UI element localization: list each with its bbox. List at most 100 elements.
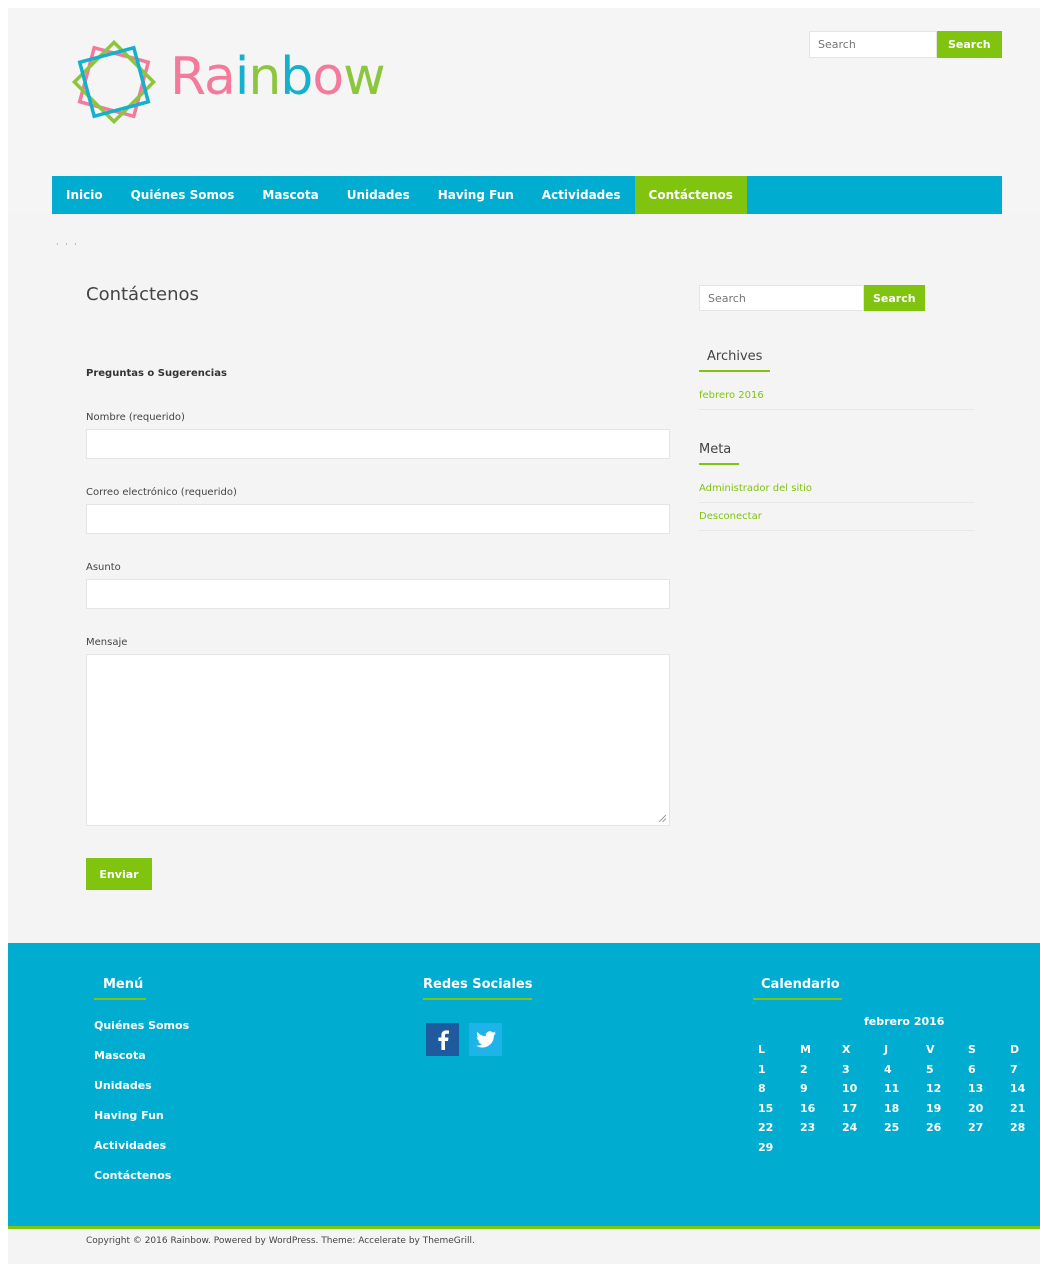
site-header: Rainbow Search Inicio Quiénes Somos Masc… — [8, 8, 1040, 214]
meta-link-logout[interactable]: Desconectar — [699, 503, 974, 531]
calendar-day[interactable]: 16 — [800, 1102, 815, 1115]
footer-menu-item-quienes-somos[interactable]: Quiénes Somos — [94, 1019, 189, 1049]
message-label: Mensaje — [86, 637, 128, 648]
calendar-day[interactable]: 10 — [842, 1082, 857, 1095]
footer-menu-item-having-fun[interactable]: Having Fun — [94, 1109, 189, 1139]
nav-item-contactenos[interactable]: Contáctenos — [634, 176, 747, 214]
calendar-weekday: L — [758, 1043, 766, 1056]
logo-letter: n — [248, 47, 281, 107]
nav-item-mascota[interactable]: Mascota — [248, 176, 332, 214]
footer-menu-item-mascota[interactable]: Mascota — [94, 1049, 189, 1079]
logo-letter: R — [170, 47, 205, 107]
calendar-day[interactable]: 8 — [758, 1082, 766, 1095]
footer-menu: Quiénes Somos Mascota Unidades Having Fu… — [94, 1019, 189, 1199]
breadcrumb: · · · — [56, 240, 79, 249]
copyright-text: Copyright © 2016 Rainbow. Powered by Wor… — [86, 1236, 475, 1246]
social-links — [426, 1023, 502, 1056]
calendar-day[interactable]: 28 — [1010, 1121, 1025, 1134]
calendar-day[interactable]: 17 — [842, 1102, 857, 1115]
calendar-weekday: X — [842, 1043, 851, 1056]
nav-item-having-fun[interactable]: Having Fun — [424, 176, 528, 214]
calendar-weekday: V — [926, 1043, 935, 1056]
calendar-day[interactable]: 6 — [968, 1063, 976, 1076]
calendar-day[interactable]: 19 — [926, 1102, 941, 1115]
calendar-day[interactable]: 7 — [1010, 1063, 1018, 1076]
calendar-caption: febrero 2016 — [864, 1015, 945, 1028]
name-label: Nombre (requerido) — [86, 412, 185, 423]
subject-field[interactable] — [86, 579, 670, 609]
subject-label: Asunto — [86, 562, 121, 573]
meta-widget: Meta Administrador del sitio Desconectar — [699, 438, 974, 531]
page: Rainbow Search Inicio Quiénes Somos Masc… — [8, 8, 1040, 1264]
calendar-weekday: J — [884, 1043, 889, 1056]
calendar-day[interactable]: 12 — [926, 1082, 941, 1095]
logo-letter: o — [312, 47, 344, 107]
calendar-day[interactable]: 27 — [968, 1121, 983, 1134]
email-label: Correo electrónico (requerido) — [86, 487, 237, 498]
resize-handle-icon[interactable] — [658, 814, 666, 822]
nav-item-unidades[interactable]: Unidades — [333, 176, 424, 214]
social-title: Redes Sociales — [423, 977, 533, 1000]
nav-item-actividades[interactable]: Actividades — [528, 176, 635, 214]
nav-item-inicio[interactable]: Inicio — [52, 176, 117, 214]
sidebar: Search Archives febrero 2016 Meta Admini… — [699, 285, 974, 531]
nav-item-quienes-somos[interactable]: Quiénes Somos — [117, 176, 249, 214]
calendar-day[interactable]: 21 — [1010, 1102, 1025, 1115]
calendar-weekday: M — [800, 1043, 811, 1056]
meta-title: Meta — [699, 442, 740, 465]
calendar-day[interactable]: 29 — [758, 1141, 773, 1154]
logo-mark-icon — [71, 39, 157, 125]
main-content: Contáctenos Preguntas o Sugerencias Nomb… — [86, 284, 676, 890]
logo-letter: b — [280, 47, 313, 107]
header-search: Search — [809, 31, 1002, 58]
email-field[interactable] — [86, 504, 670, 534]
sidebar-search-input[interactable] — [699, 285, 864, 311]
archives-widget: Archives febrero 2016 — [699, 345, 974, 410]
calendar-day[interactable]: 24 — [842, 1121, 857, 1134]
calendar-day[interactable]: 18 — [884, 1102, 899, 1115]
calendar-day[interactable]: 9 — [800, 1082, 808, 1095]
logo-letter: a — [204, 47, 236, 107]
calendar-day[interactable]: 25 — [884, 1121, 899, 1134]
name-field[interactable] — [86, 429, 670, 459]
footer-menu-title: Menú — [94, 977, 147, 1000]
calendar-day[interactable]: 2 — [800, 1063, 808, 1076]
calendar-day[interactable]: 1 — [758, 1063, 766, 1076]
archives-title: Archives — [699, 349, 771, 372]
header-search-input[interactable] — [809, 31, 937, 58]
calendar-day[interactable]: 26 — [926, 1121, 941, 1134]
footer-menu-item-contactenos[interactable]: Contáctenos — [94, 1169, 189, 1199]
calendar-day[interactable]: 5 — [926, 1063, 934, 1076]
calendar-title: Calendario — [753, 977, 842, 1000]
calendar-day[interactable]: 15 — [758, 1102, 773, 1115]
calendar-day[interactable]: 22 — [758, 1121, 773, 1134]
footer-menu-item-actividades[interactable]: Actividades — [94, 1139, 189, 1169]
calendar-day[interactable]: 14 — [1010, 1082, 1025, 1095]
logo-letter: i — [234, 47, 249, 107]
page-title: Contáctenos — [86, 284, 199, 305]
message-textarea[interactable] — [86, 654, 670, 826]
logo-text: Rainbow — [170, 47, 386, 107]
calendar-weekday: D — [1010, 1043, 1020, 1056]
submit-button[interactable]: Enviar — [86, 858, 152, 890]
site-logo[interactable]: Rainbow — [60, 28, 386, 136]
twitter-icon[interactable] — [469, 1023, 502, 1056]
calendar-weekday: S — [968, 1043, 976, 1056]
meta-link-admin[interactable]: Administrador del sitio — [699, 475, 974, 503]
calendar-day[interactable]: 23 — [800, 1121, 815, 1134]
sidebar-search-button[interactable]: Search — [864, 285, 925, 311]
logo-letter: w — [343, 47, 386, 107]
calendar-day[interactable]: 13 — [968, 1082, 983, 1095]
form-heading: Preguntas o Sugerencias — [86, 368, 227, 379]
calendar-day[interactable]: 20 — [968, 1102, 983, 1115]
facebook-icon[interactable] — [426, 1023, 459, 1056]
calendar-day[interactable]: 11 — [884, 1082, 899, 1095]
calendar-day[interactable]: 4 — [884, 1063, 892, 1076]
site-footer: Menú Quiénes Somos Mascota Unidades Havi… — [8, 943, 1040, 1229]
header-search-button[interactable]: Search — [937, 31, 1002, 58]
calendar-day[interactable]: 3 — [842, 1063, 850, 1076]
archive-link-febrero-2016[interactable]: febrero 2016 — [699, 382, 974, 410]
main-nav: Inicio Quiénes Somos Mascota Unidades Ha… — [52, 176, 1002, 214]
footer-menu-item-unidades[interactable]: Unidades — [94, 1079, 189, 1109]
sidebar-search: Search — [699, 285, 974, 311]
